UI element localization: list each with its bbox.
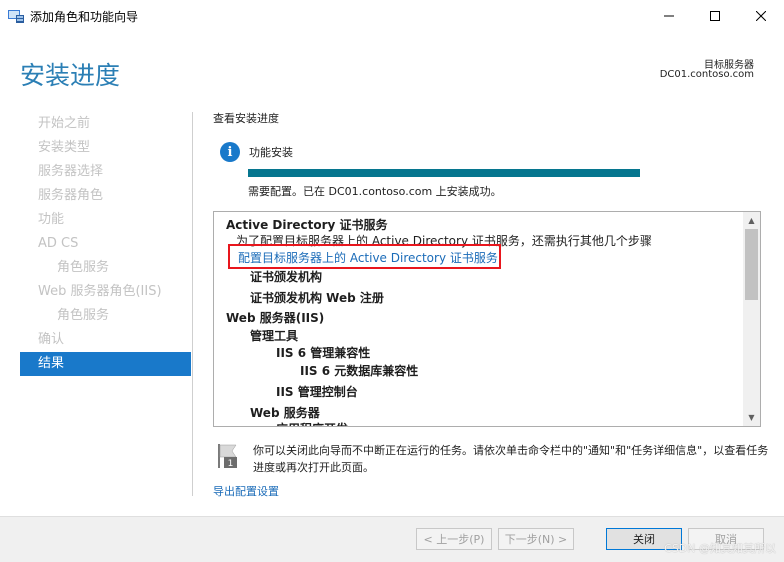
sidebar-item[interactable]: 安装类型 — [20, 136, 191, 160]
sidebar-item[interactable]: 角色服务 — [20, 256, 191, 280]
results-scrollbar[interactable]: ▲ ▼ — [743, 212, 760, 426]
footer-note: 你可以关闭此向导而不中断正在运行的任务。请依次单击命令栏中的"通知"和"任务详细… — [253, 444, 769, 474]
scroll-down-icon[interactable]: ▼ — [743, 409, 760, 426]
scroll-thumb[interactable] — [745, 229, 758, 300]
progress-fill — [248, 169, 640, 177]
next-button[interactable]: 下一步(N) > — [498, 528, 574, 550]
red-highlight-annotation — [228, 244, 501, 269]
scroll-up-icon[interactable]: ▲ — [743, 212, 760, 229]
install-status-text: 需要配置。已在 DC01.contoso.com 上安装成功。 — [248, 185, 502, 198]
section-label: 查看安装进度 — [213, 112, 279, 125]
result-item: 应用程序开发 — [276, 420, 348, 426]
notification-flag-icon: 1 — [218, 444, 237, 469]
minimize-icon — [664, 15, 674, 17]
close-icon — [756, 11, 766, 21]
sidebar-item[interactable]: 确认 — [20, 328, 191, 352]
sidebar-item[interactable]: 功能 — [20, 208, 191, 232]
result-item: 证书颁发机构 Web 注册 — [250, 291, 384, 305]
result-item: 证书颁发机构 — [250, 270, 323, 284]
sidebar-item[interactable]: Web 服务器角色(IIS) — [20, 280, 191, 304]
watermark: CSDN @知其知其所以 — [664, 542, 776, 555]
result-item: IIS 管理控制台 — [276, 385, 358, 399]
sidebar-item[interactable]: 服务器角色 — [20, 184, 191, 208]
target-server-name: DC01.contoso.com — [659, 69, 754, 80]
result-item: Web 服务器(IIS) — [226, 311, 325, 325]
info-icon: i — [220, 142, 240, 162]
server-manager-icon — [8, 10, 24, 23]
sidebar-item[interactable]: 开始之前 — [20, 112, 191, 136]
page-title: 安装进度 — [20, 61, 121, 90]
title-bar: 添加角色和功能向导 — [0, 0, 784, 32]
sidebar-item[interactable]: AD CS — [20, 232, 191, 256]
nav-divider — [192, 112, 193, 496]
feature-install-label: 功能安装 — [249, 146, 293, 159]
window-title: 添加角色和功能向导 — [30, 10, 139, 24]
previous-button[interactable]: < 上一步(P) — [416, 528, 492, 550]
result-item: Web 服务器 — [250, 406, 320, 420]
minimize-button[interactable] — [646, 0, 692, 32]
maximize-icon — [710, 11, 720, 21]
result-item: 管理工具 — [250, 329, 299, 343]
wizard-nav: 开始之前 安装类型 服务器选择 服务器角色 功能 AD CS 角色服务 Web 服务器角色(I… — [20, 112, 191, 376]
close-window-button[interactable] — [738, 0, 784, 32]
flag-number: 1 — [228, 459, 234, 469]
sidebar-item[interactable]: 结果 — [20, 352, 191, 376]
install-progress-bar — [248, 169, 640, 177]
result-item: IIS 6 元数据库兼容性 — [300, 364, 419, 378]
result-item: Active Directory 证书服务 — [226, 218, 388, 232]
export-config-link[interactable]: 导出配置设置 — [213, 483, 279, 499]
maximize-button[interactable] — [692, 0, 738, 32]
sidebar-item[interactable]: 服务器选择 — [20, 160, 191, 184]
result-item: IIS 6 管理兼容性 — [276, 346, 371, 360]
sidebar-item[interactable]: 角色服务 — [20, 304, 191, 328]
